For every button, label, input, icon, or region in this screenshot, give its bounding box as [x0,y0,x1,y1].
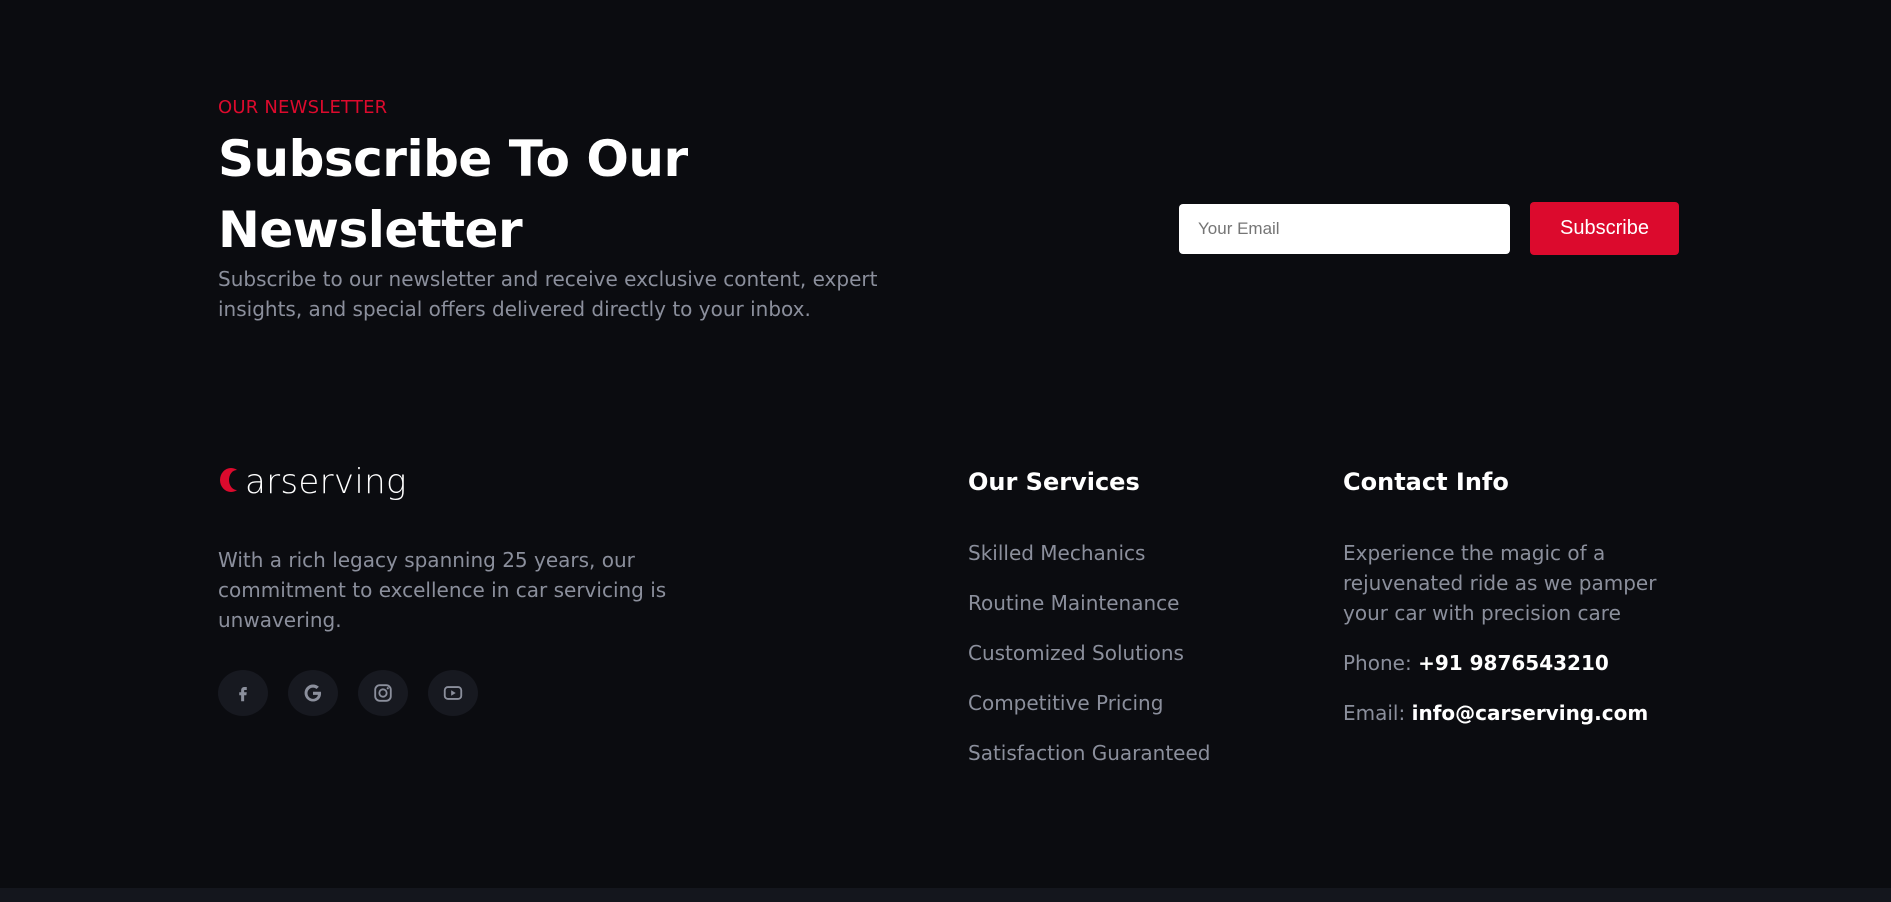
service-link-satisfaction-guaranteed[interactable]: Satisfaction Guaranteed [968,738,1210,788]
logo-text: arserving [245,462,407,502]
youtube-icon [442,682,464,704]
contact-title: Contact Info [1343,468,1509,496]
newsletter-email-input[interactable] [1179,204,1510,254]
copyright-bar [0,888,1891,902]
contact-phone: Phone: +91 9876543210 [1343,648,1609,678]
email-link[interactable]: info@carserving.com [1412,701,1649,725]
service-link-routine-maintenance[interactable]: Routine Maintenance [968,588,1210,638]
services-list: Skilled Mechanics Routine Maintenance Cu… [968,538,1210,788]
facebook-icon [234,684,252,702]
newsletter-eyebrow: OUR NEWSLETTER [218,97,388,118]
email-label: Email: [1343,701,1406,725]
services-title: Our Services [968,468,1140,496]
subscribe-button[interactable]: Subscribe [1530,202,1679,255]
social-link-facebook[interactable] [218,670,268,716]
contact-description: Experience the magic of a rejuvenated ri… [1343,541,1657,625]
social-link-youtube[interactable] [428,670,478,716]
phone-label: Phone: [1343,651,1412,675]
contact-email: Email: info@carserving.com [1343,698,1648,728]
social-links [218,670,478,716]
footer-page: OUR NEWSLETTER Subscribe To Our Newslett… [0,0,1891,902]
service-link-skilled-mechanics[interactable]: Skilled Mechanics [968,538,1210,588]
social-link-google[interactable] [288,670,338,716]
service-link-competitive-pricing[interactable]: Competitive Pricing [968,688,1210,738]
instagram-icon [372,682,394,704]
newsletter-description: Subscribe to our newsletter and receive … [218,267,878,321]
google-icon [302,682,324,704]
newsletter-title: Subscribe To Our Newsletter [218,130,688,259]
social-link-instagram[interactable] [358,670,408,716]
brand-logo[interactable]: arserving [218,458,407,506]
service-link-customized-solutions[interactable]: Customized Solutions [968,638,1210,688]
phone-link[interactable]: +91 9876543210 [1418,651,1609,675]
logo-mark-icon [218,467,245,497]
brand-description: With a rich legacy spanning 25 years, ou… [218,548,667,632]
